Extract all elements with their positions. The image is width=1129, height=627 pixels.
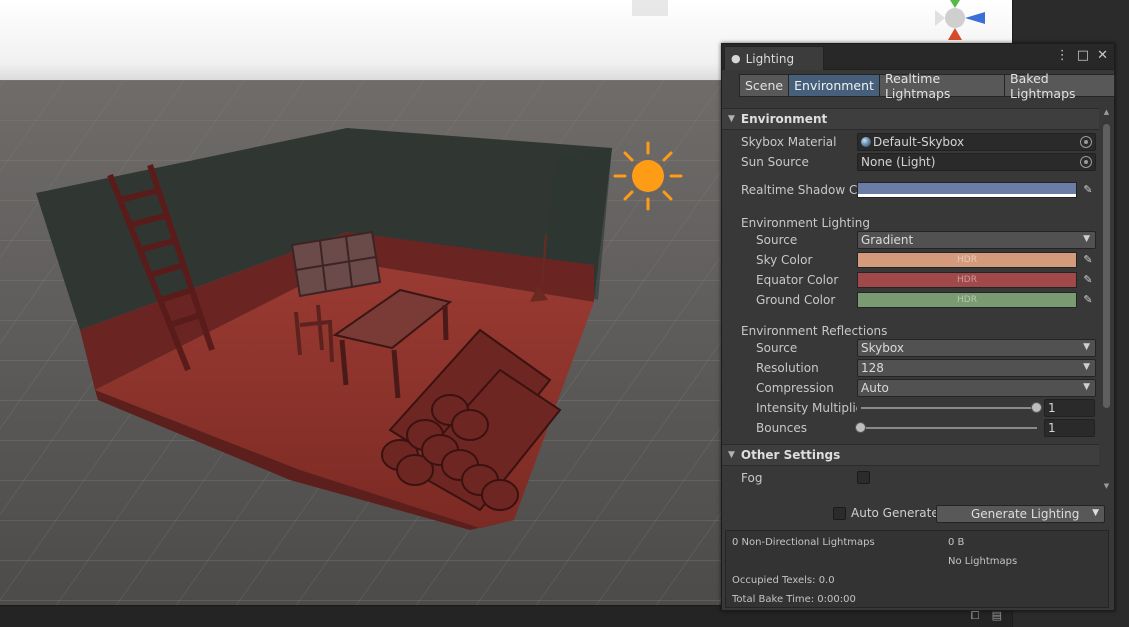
compression-dropdown[interactable]: Auto ▼ bbox=[857, 379, 1096, 397]
chevron-down-icon: ▼ bbox=[1083, 234, 1090, 244]
eyedropper-icon[interactable]: ✎ bbox=[1080, 272, 1096, 288]
sky-color-field[interactable]: HDR bbox=[857, 252, 1077, 268]
ground-color-field[interactable]: HDR bbox=[857, 292, 1077, 308]
chevron-down-icon: ▼ bbox=[1083, 362, 1090, 372]
auto-generate-checkbox[interactable] bbox=[833, 506, 846, 520]
equator-color-field[interactable]: HDR bbox=[857, 272, 1077, 288]
lighting-tabs: Scene Environment Realtime Lightmaps Bak… bbox=[739, 71, 1115, 101]
lighting-window: ● Lighting ⋮ □ ✕ Scene Environment Realt… bbox=[721, 43, 1115, 611]
skybox-material-row: Skybox Material Default-Skybox bbox=[722, 132, 1099, 152]
fog-checkbox[interactable] bbox=[857, 471, 870, 484]
slider-knob[interactable] bbox=[855, 422, 866, 433]
sky-color-row: Sky Color HDR ✎ bbox=[722, 250, 1099, 270]
tab-realtime-lightmaps[interactable]: Realtime Lightmaps bbox=[878, 71, 1006, 101]
scroll-down-icon[interactable]: ▼ bbox=[1102, 482, 1111, 490]
compression-row: Compression Auto ▼ bbox=[722, 378, 1099, 398]
fog-row: Fog bbox=[722, 468, 1099, 488]
window-titlebar: ● Lighting ⋮ □ ✕ bbox=[722, 44, 1114, 70]
eyedropper-icon[interactable]: ✎ bbox=[1080, 252, 1096, 268]
auto-generate-toggle[interactable]: Auto Generate bbox=[833, 506, 939, 520]
window-tab[interactable]: ● Lighting bbox=[724, 46, 824, 70]
sun-gizmo-icon bbox=[613, 141, 683, 211]
equator-color-row: Equator Color HDR ✎ bbox=[722, 270, 1099, 290]
tab-environment[interactable]: Environment bbox=[788, 74, 880, 97]
skybox-material-field[interactable]: Default-Skybox bbox=[857, 133, 1096, 151]
intensity-slider[interactable]: 1 bbox=[857, 398, 1097, 418]
object-picker-icon[interactable] bbox=[1080, 136, 1092, 148]
realtime-shadow-row: Realtime Shadow Color ✎ bbox=[722, 180, 1099, 200]
slider-track bbox=[861, 407, 1037, 409]
settings-icon[interactable]: ▤ bbox=[992, 609, 1002, 623]
reflection-source-row: Source Skybox ▼ bbox=[722, 338, 1099, 358]
chevron-down-icon[interactable]: ▼ bbox=[1092, 508, 1099, 518]
bounces-input[interactable]: 1 bbox=[1044, 419, 1095, 437]
slider-knob[interactable] bbox=[1031, 402, 1042, 413]
kebab-menu-icon[interactable]: ⋮ bbox=[1056, 48, 1069, 63]
generate-lighting-button[interactable]: Generate Lighting ▼ bbox=[936, 505, 1105, 523]
resolution-row: Resolution 128 ▼ bbox=[722, 358, 1099, 378]
ground-color-row: Ground Color HDR ✎ bbox=[722, 290, 1099, 310]
environment-foldout[interactable]: ▼ Environment bbox=[722, 108, 1099, 130]
close-icon[interactable]: ✕ bbox=[1097, 48, 1108, 63]
lightmap-stats: 0 Non-Directional Lightmaps 0 B No Light… bbox=[725, 530, 1109, 608]
chevron-down-icon: ▼ bbox=[1083, 382, 1090, 392]
light-bulb-icon: ● bbox=[731, 52, 741, 65]
resolution-dropdown[interactable]: 128 ▼ bbox=[857, 359, 1096, 377]
sun-source-row: Sun Source None (Light) bbox=[722, 152, 1099, 172]
tab-scene[interactable]: Scene bbox=[739, 74, 790, 97]
realtime-shadow-color-field[interactable] bbox=[857, 182, 1077, 198]
intensity-row: Intensity Multiplier 1 bbox=[722, 398, 1099, 418]
lighting-source-dropdown[interactable]: Gradient ▼ bbox=[857, 231, 1096, 249]
chevron-down-icon: ▼ bbox=[1083, 342, 1090, 352]
foldout-arrow-icon: ▼ bbox=[728, 114, 735, 124]
object-picker-icon[interactable] bbox=[1080, 156, 1092, 168]
scroll-up-icon[interactable]: ▲ bbox=[1102, 108, 1111, 116]
window-title: Lighting bbox=[745, 51, 795, 66]
lock-icon[interactable]: ⧠ bbox=[971, 609, 980, 623]
tab-baked-lightmaps[interactable]: Baked Lightmaps bbox=[1004, 71, 1115, 101]
bounces-slider[interactable]: 1 bbox=[855, 418, 1097, 438]
bounces-row: Bounces 1 bbox=[722, 418, 1099, 438]
alpha-bar bbox=[858, 194, 1076, 197]
environment-reflections-heading: Environment Reflections bbox=[741, 324, 888, 338]
slider-track bbox=[861, 427, 1037, 429]
eyedropper-icon[interactable]: ✎ bbox=[1080, 292, 1096, 308]
eyedropper-icon[interactable]: ✎ bbox=[1080, 182, 1096, 198]
lighting-source-row: Source Gradient ▼ bbox=[722, 230, 1099, 250]
reflection-source-dropdown[interactable]: Skybox ▼ bbox=[857, 339, 1096, 357]
foldout-arrow-icon: ▼ bbox=[728, 450, 735, 460]
sun-source-field[interactable]: None (Light) bbox=[857, 153, 1096, 171]
environment-lighting-heading: Environment Lighting bbox=[741, 216, 870, 230]
intensity-input[interactable]: 1 bbox=[1044, 399, 1095, 417]
material-sphere-icon bbox=[861, 137, 871, 147]
other-settings-foldout[interactable]: ▼ Other Settings bbox=[722, 444, 1099, 466]
maximize-icon[interactable]: □ bbox=[1077, 48, 1089, 63]
vertical-scrollbar[interactable]: ▲ ▼ bbox=[1102, 106, 1111, 490]
inspector-content: ▼ Environment Skybox Material Default-Sk… bbox=[722, 106, 1099, 490]
scrollbar-thumb[interactable] bbox=[1103, 124, 1110, 408]
